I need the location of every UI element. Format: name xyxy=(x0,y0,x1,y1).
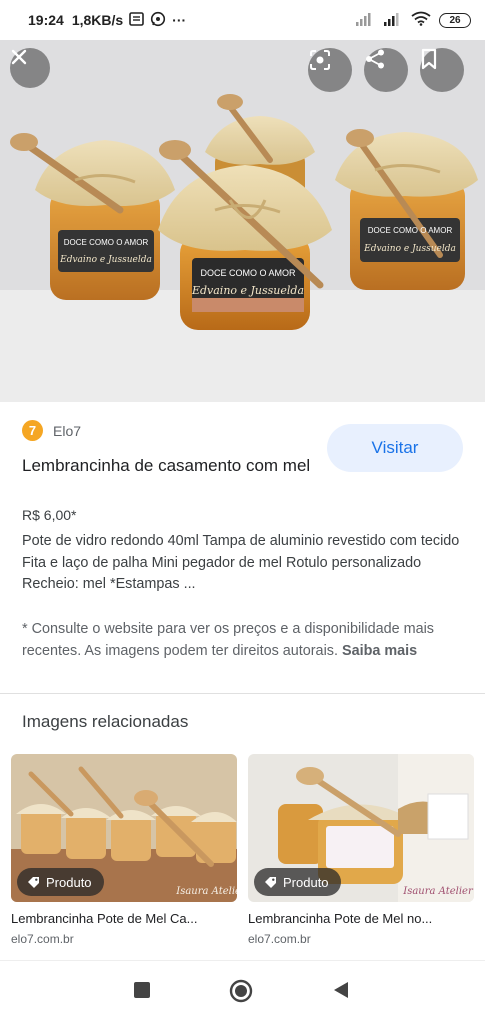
visit-button[interactable]: Visitar xyxy=(327,424,463,472)
signal-icon xyxy=(355,12,375,29)
svg-text:Edvaino e Jussuelda: Edvaino e Jussuelda xyxy=(191,284,304,297)
disclaimer: * Consulte o website para ver os preços … xyxy=(22,619,467,662)
tag-icon xyxy=(264,876,277,889)
whatsapp-icon xyxy=(150,11,166,30)
close-button[interactable] xyxy=(10,48,50,88)
related-card-title[interactable]: Lembrancinha Pote de Mel Ca... xyxy=(11,911,233,926)
tag-label: Produto xyxy=(283,874,329,890)
result-title[interactable]: Lembrancinha de casamento com mel xyxy=(22,452,312,479)
square-nav-icon xyxy=(133,982,151,1003)
related-thumbnail[interactable]: Isaura Atelier Produto xyxy=(11,754,237,902)
svg-text:Edvaino e Jussuelda: Edvaino e Jussuelda xyxy=(59,255,152,265)
source-name: Elo7 xyxy=(53,422,82,439)
save-button[interactable] xyxy=(420,48,464,92)
more-notifications: ··· xyxy=(172,12,187,28)
svg-text:DOCE COMO O AMOR: DOCE COMO O AMOR xyxy=(200,268,296,278)
related-card[interactable]: Isaura Atelier Produto Lembrancinha Pote… xyxy=(248,754,474,946)
divider xyxy=(0,693,485,694)
status-bar: 19:24 1,8KB/s ··· 26 xyxy=(0,0,485,40)
system-nav-bar xyxy=(0,960,485,1024)
back-button[interactable] xyxy=(332,981,350,1004)
source-logo: 7 xyxy=(22,420,43,441)
wifi-icon xyxy=(411,11,431,29)
source-row[interactable]: 7 Elo7 xyxy=(22,420,81,441)
result-description: Pote de vidro redondo 40ml Tampa de alum… xyxy=(22,533,460,592)
related-card-domain: elo7.com.br xyxy=(248,932,311,946)
share-button[interactable] xyxy=(364,48,408,92)
learn-more-link[interactable]: Saiba mais xyxy=(342,643,417,659)
status-speed: 1,8KB/s xyxy=(71,12,124,28)
recents-button[interactable] xyxy=(133,981,151,1004)
home-button[interactable] xyxy=(229,979,253,1008)
svg-text:Isaura Atelier: Isaura Atelier xyxy=(175,886,237,897)
signal-icon-2 xyxy=(383,12,403,29)
result-price: R$ 6,00* xyxy=(22,507,77,523)
related-images-heading: Imagens relacionadas xyxy=(22,712,189,731)
tag-icon xyxy=(27,876,40,889)
related-card[interactable]: Isaura Atelier Produto Lembrancinha Pote… xyxy=(11,754,237,946)
product-tag: Produto xyxy=(17,868,104,896)
hero-image[interactable]: DOCE COMO O AMOR Edvaino e Jussuelda DOC… xyxy=(0,40,485,402)
lens-button[interactable] xyxy=(308,48,352,92)
status-time: 19:24 xyxy=(28,12,64,28)
back-nav-icon xyxy=(332,982,350,1003)
related-card-title[interactable]: Lembrancinha Pote de Mel no... xyxy=(248,911,470,926)
message-icon xyxy=(129,11,144,29)
svg-text:DOCE COMO O AMOR: DOCE COMO O AMOR xyxy=(368,226,453,235)
battery-indicator: 26 xyxy=(439,12,471,28)
product-tag: Produto xyxy=(254,868,341,896)
honey-jars-photo: DOCE COMO O AMOR Edvaino e Jussuelda DOC… xyxy=(0,40,485,402)
circle-nav-icon xyxy=(229,979,253,1007)
svg-text:DOCE COMO O AMOR: DOCE COMO O AMOR xyxy=(64,238,149,247)
related-card-domain: elo7.com.br xyxy=(11,932,74,946)
related-thumbnail[interactable]: Isaura Atelier Produto xyxy=(248,754,474,902)
svg-text:Isaura Atelier: Isaura Atelier xyxy=(402,886,474,897)
tag-label: Produto xyxy=(46,874,92,890)
svg-text:Edvaino e Jussuelda: Edvaino e Jussuelda xyxy=(363,244,456,254)
